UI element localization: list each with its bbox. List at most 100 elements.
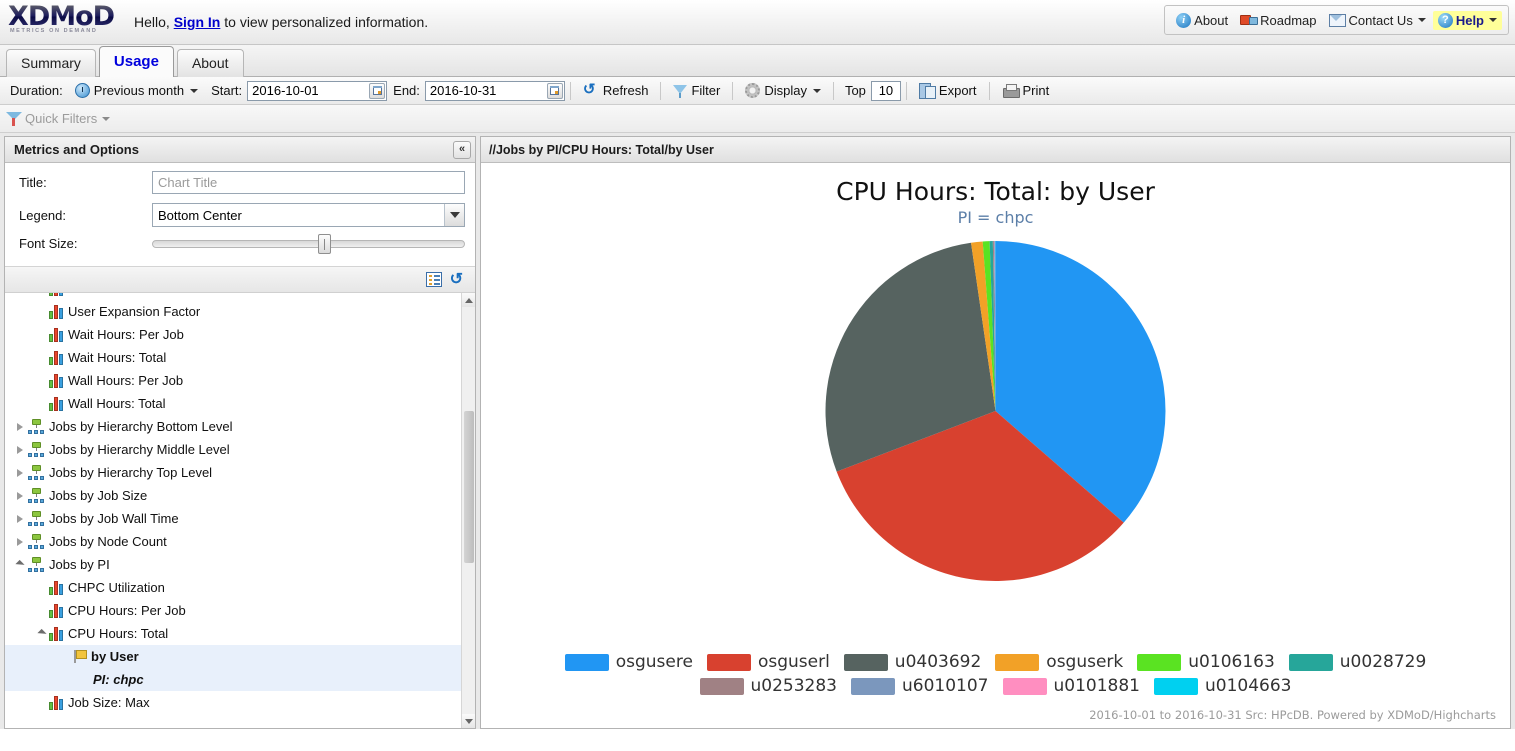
app-header: XDMoD METRICS ON DEMAND Hello, Sign In t… — [0, 0, 1515, 45]
tree-item[interactable]: Jobs by Job Wall Time — [5, 507, 461, 530]
tree-item[interactable]: CPU Hours: Per Job — [5, 599, 461, 622]
export-button[interactable]: Export — [912, 80, 984, 101]
refresh-icon[interactable]: ↺ — [450, 273, 463, 287]
tab-summary[interactable]: Summary — [6, 49, 96, 77]
end-date-input[interactable] — [425, 81, 565, 101]
tab-usage[interactable]: Usage — [99, 46, 174, 77]
refresh-button[interactable]: ↺ Refresh — [576, 80, 656, 101]
tree-scrollbar[interactable] — [461, 293, 475, 728]
pie-chart[interactable] — [481, 233, 1510, 593]
tree-item-label: Jobs by Hierarchy Middle Level — [49, 442, 230, 457]
legend-item[interactable]: u0028729 — [1289, 652, 1427, 672]
tree-item-label: Job Size: Max — [68, 695, 150, 710]
chevron-down-icon[interactable] — [444, 204, 464, 226]
main-content: Metrics and Options « Title: Legend: Bot… — [0, 133, 1515, 729]
duration-dropdown[interactable]: Previous month — [68, 80, 205, 101]
legend-item[interactable]: u0101881 — [1003, 676, 1141, 696]
filter-button[interactable]: Filter — [666, 80, 727, 101]
bar-chart-icon — [49, 695, 66, 710]
tree-item[interactable]: PI: chpc — [5, 668, 461, 691]
expand-arrow-icon[interactable] — [13, 446, 27, 454]
chart-title-input[interactable] — [152, 171, 465, 194]
tree-item[interactable]: by User — [5, 645, 461, 668]
legend-item[interactable]: osgusere — [565, 652, 693, 672]
end-calendar-button[interactable] — [547, 83, 563, 99]
logo-text: XDMoD — [8, 2, 120, 31]
printer-icon — [1002, 84, 1019, 98]
tree-item[interactable]: Jobs by Hierarchy Top Level — [5, 461, 461, 484]
tree-item-label: Wait Hours: Total — [68, 350, 166, 365]
tree-item[interactable]: Jobs by Node Count — [5, 530, 461, 553]
tab-about[interactable]: About — [177, 49, 244, 77]
display-button[interactable]: Display — [738, 80, 828, 101]
mail-icon — [1329, 14, 1346, 27]
slider-thumb[interactable] — [318, 234, 331, 254]
funnel-icon — [673, 84, 687, 98]
about-button[interactable]: i About — [1171, 11, 1233, 30]
expand-arrow-icon[interactable] — [13, 492, 27, 500]
legend-item[interactable]: u0104663 — [1154, 676, 1292, 696]
contact-us-button[interactable]: Contact Us — [1324, 11, 1431, 30]
clock-icon — [75, 83, 90, 98]
tree-item[interactable]: Jobs by PI — [5, 553, 461, 576]
chart-toolbar: Duration: Previous month Start: End: ↺ R… — [0, 77, 1515, 105]
list-view-icon[interactable] — [426, 272, 442, 287]
quick-filters-label: Quick Filters — [25, 111, 97, 126]
slider-track-bar — [152, 240, 465, 248]
font-size-slider[interactable] — [152, 239, 465, 249]
hierarchy-icon — [27, 442, 46, 457]
legend-item[interactable]: osguserk — [995, 652, 1123, 672]
calendar-icon — [550, 86, 559, 95]
collapse-panel-button[interactable]: « — [453, 141, 471, 159]
bar-chart-icon — [49, 292, 66, 296]
display-label: Display — [764, 83, 807, 98]
top-count-input[interactable] — [871, 81, 901, 101]
sign-in-link[interactable]: Sign In — [174, 14, 221, 30]
legend-item[interactable]: u6010107 — [851, 676, 989, 696]
tree-item-label: Jobs by Hierarchy Top Level — [49, 465, 212, 480]
tree-item[interactable]: User Expansion Factor — [5, 300, 461, 323]
bar-chart-icon — [49, 350, 66, 365]
pie-chart-svg[interactable] — [481, 233, 1510, 593]
tree-item-label: Jobs by PI — [49, 557, 110, 572]
tree-item[interactable]: Jobs by Job Size — [5, 484, 461, 507]
expand-arrow-icon[interactable] — [13, 469, 27, 477]
legend-item[interactable]: osguserl — [707, 652, 830, 672]
tree-item[interactable]: Jobs by Hierarchy Middle Level — [5, 438, 461, 461]
tree-item[interactable]: Wait Hours: Per Job — [5, 323, 461, 346]
start-date-input[interactable] — [247, 81, 387, 101]
collapse-arrow-icon[interactable] — [35, 630, 49, 637]
tree-item[interactable]: Wall Hours: Total — [5, 392, 461, 415]
scroll-up-button[interactable] — [462, 293, 475, 307]
tree-item[interactable]: Wall Hours: Per Job — [5, 369, 461, 392]
tree-item[interactable]: CHPC Utilization — [5, 576, 461, 599]
metrics-panel-header: Metrics and Options « — [5, 137, 475, 163]
help-button[interactable]: ? Help — [1433, 11, 1502, 30]
expand-arrow-icon[interactable] — [13, 423, 27, 431]
tree-item-label: by User — [91, 649, 139, 664]
metrics-tree: Number of Users: ActiveUser Expansion Fa… — [5, 292, 475, 728]
tree-item[interactable]: Number of Users: Active — [5, 292, 461, 300]
print-button[interactable]: Print — [995, 80, 1057, 101]
legend-select[interactable]: Bottom Center — [152, 203, 465, 227]
roadmap-button[interactable]: Roadmap — [1235, 11, 1321, 30]
tree-item[interactable]: Jobs by Hierarchy Bottom Level — [5, 415, 461, 438]
legend-item[interactable]: u0106163 — [1137, 652, 1275, 672]
start-calendar-button[interactable] — [369, 83, 385, 99]
tree-item[interactable]: CPU Hours: Total — [5, 622, 461, 645]
tree-item-label: Jobs by Node Count — [49, 534, 167, 549]
toolbar-divider — [570, 82, 571, 100]
end-date-wrap — [425, 81, 565, 101]
legend-item[interactable]: u0403692 — [844, 652, 982, 672]
quick-filters-bar[interactable]: Quick Filters — [0, 105, 1515, 133]
expand-arrow-icon[interactable] — [13, 515, 27, 523]
metrics-panel-title: Metrics and Options — [14, 142, 139, 157]
legend-item[interactable]: u0253283 — [700, 676, 838, 696]
expand-arrow-icon[interactable] — [13, 538, 27, 546]
collapse-arrow-icon[interactable] — [13, 561, 27, 568]
scrollbar-thumb[interactable] — [464, 411, 474, 563]
tree-item[interactable]: Job Size: Max — [5, 691, 461, 714]
scroll-down-button[interactable] — [462, 714, 475, 728]
legend-label: u0101881 — [1054, 676, 1141, 696]
tree-item[interactable]: Wait Hours: Total — [5, 346, 461, 369]
